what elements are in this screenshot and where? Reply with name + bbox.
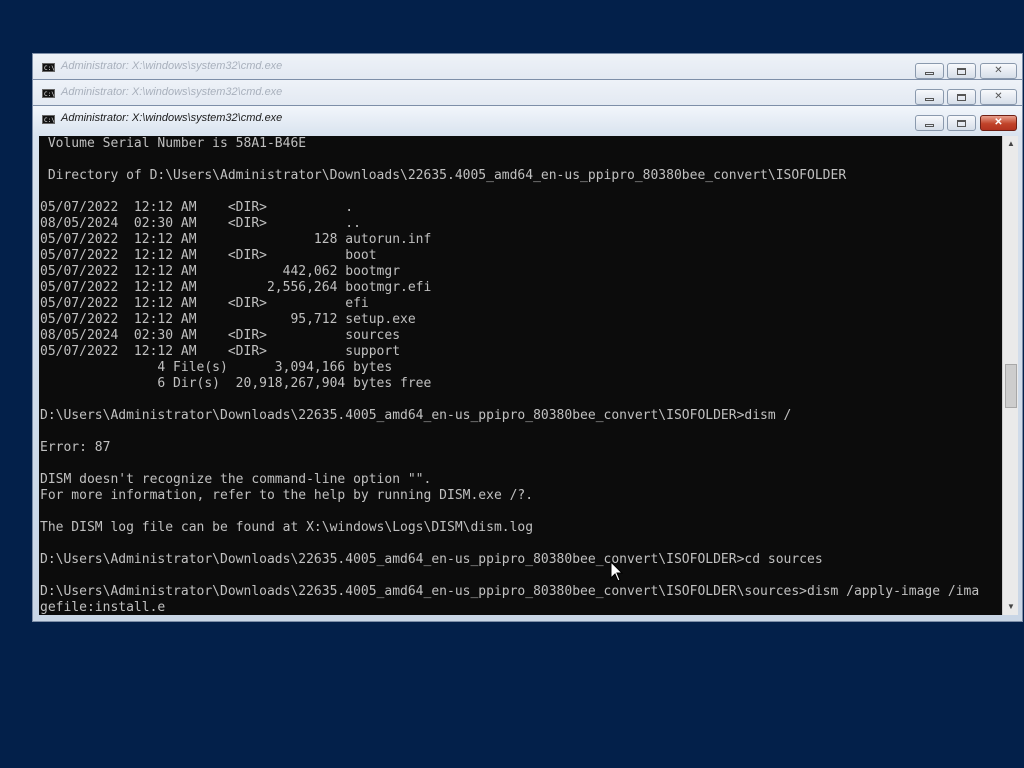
- console-line: D:\Users\Administrator\Downloads\22635.4…: [40, 552, 823, 567]
- minimize-button[interactable]: [915, 115, 944, 131]
- console-line: 05/07/2022 12:12 AM 442,062 bootmgr: [40, 264, 401, 279]
- maximize-button[interactable]: [947, 63, 976, 79]
- scroll-thumb[interactable]: [1005, 364, 1017, 408]
- minimize-icon: [925, 97, 934, 101]
- console-line: D:\Users\Administrator\Downloads\22635.4…: [40, 408, 792, 423]
- close-button[interactable]: ✕: [980, 63, 1017, 79]
- window-title: Administrator: X:\windows\system32\cmd.e…: [61, 112, 283, 124]
- close-button[interactable]: ✕: [980, 89, 1017, 105]
- maximize-icon: [957, 119, 966, 127]
- console-line: 08/05/2024 02:30 AM <DIR> ..: [40, 216, 361, 231]
- cmd-icon: C:\: [42, 115, 55, 124]
- minimize-button[interactable]: [915, 89, 944, 105]
- maximize-button[interactable]: [947, 115, 976, 131]
- console-line: DISM doesn't recognize the command-line …: [40, 472, 432, 487]
- cmd-window-active[interactable]: C:\ Administrator: X:\windows\system32\c…: [32, 105, 1023, 622]
- minimize-icon: [925, 71, 934, 75]
- console-line: The DISM log file can be found at X:\win…: [40, 520, 534, 535]
- close-button[interactable]: ✕: [980, 115, 1017, 131]
- scroll-down-arrow-icon[interactable]: ▼: [1003, 599, 1019, 615]
- scroll-up-arrow-icon[interactable]: ▲: [1003, 136, 1019, 152]
- console-line: 05/07/2022 12:12 AM <DIR> efi: [40, 296, 369, 311]
- console-text[interactable]: Volume Serial Number is 58A1-B46E Direct…: [39, 136, 1002, 615]
- console-line: 05/07/2022 12:12 AM 95,712 setup.exe: [40, 312, 416, 327]
- console-line: 05/07/2022 12:12 AM <DIR> .: [40, 200, 354, 215]
- console-line: 4 File(s) 3,094,166 bytes: [40, 360, 393, 375]
- console-line: 05/07/2022 12:12 AM <DIR> boot: [40, 248, 377, 263]
- console-line: 6 Dir(s) 20,918,267,904 bytes free: [40, 376, 432, 391]
- title-bar[interactable]: C:\ Administrator: X:\windows\system32\c…: [33, 54, 1022, 80]
- cmd-icon: C:\: [42, 63, 55, 72]
- console-line: Volume Serial Number is 58A1-B46E: [40, 136, 307, 151]
- window-title: Administrator: X:\windows\system32\cmd.e…: [61, 86, 283, 98]
- console-line: 08/05/2024 02:30 AM <DIR> sources: [40, 328, 401, 343]
- console-line: For more information, refer to the help …: [40, 488, 534, 503]
- title-bar[interactable]: C:\ Administrator: X:\windows\system32\c…: [33, 80, 1022, 106]
- console-line: 05/07/2022 12:12 AM <DIR> support: [40, 344, 401, 359]
- console-line: D:\Users\Administrator\Downloads\22635.4…: [40, 584, 980, 599]
- console-line: Error: 87: [40, 440, 111, 455]
- window-title: Administrator: X:\windows\system32\cmd.e…: [61, 60, 283, 72]
- maximize-button[interactable]: [947, 89, 976, 105]
- vertical-scrollbar[interactable]: ▲ ▼: [1002, 136, 1018, 615]
- console-line: 05/07/2022 12:12 AM 128 autorun.inf: [40, 232, 432, 247]
- console-output[interactable]: Volume Serial Number is 58A1-B46E Direct…: [39, 136, 1002, 615]
- minimize-icon: [925, 123, 934, 127]
- maximize-icon: [957, 93, 966, 101]
- title-bar[interactable]: C:\ Administrator: X:\windows\system32\c…: [33, 106, 1022, 132]
- maximize-icon: [957, 67, 966, 75]
- close-icon: ✕: [994, 65, 1003, 76]
- minimize-button[interactable]: [915, 63, 944, 79]
- console-line: 05/07/2022 12:12 AM 2,556,264 bootmgr.ef…: [40, 280, 432, 295]
- mouse-pointer-icon: [610, 561, 624, 582]
- console-line: Directory of D:\Users\Administrator\Down…: [40, 168, 847, 183]
- console-line: gefile:install.e: [40, 600, 166, 615]
- close-icon: ✕: [994, 91, 1003, 102]
- cmd-icon: C:\: [42, 89, 55, 98]
- close-icon: ✕: [994, 117, 1003, 128]
